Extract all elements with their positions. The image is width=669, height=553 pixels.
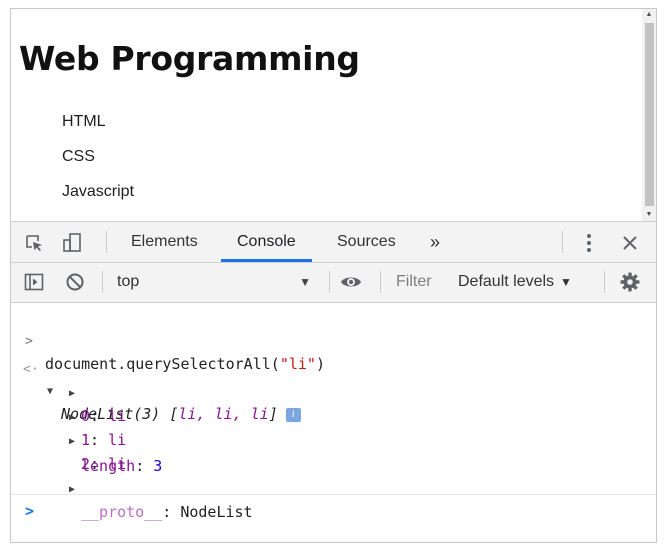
context-value: top (117, 273, 140, 290)
chevron-down-icon: ▼ (299, 275, 311, 289)
toolbar-divider (380, 271, 381, 293)
tree-entry[interactable]: ▶ 0: li (11, 361, 656, 425)
page-heading: Web Programming (19, 39, 360, 78)
scroll-up-icon[interactable]: ▲ (642, 9, 656, 21)
console-result-row[interactable]: <· ▼ NodeList(3) [li, li, li] i (11, 337, 656, 423)
chevron-down-icon: ▼ (560, 275, 572, 289)
eye-icon[interactable] (340, 271, 362, 293)
tab-elements[interactable]: Elements (115, 222, 214, 262)
list-item: HTML (62, 113, 106, 130)
list-item: Javascript (62, 183, 135, 200)
page-scrollbar[interactable]: ▲ ▼ (642, 9, 656, 221)
length-property: length: 3 (81, 457, 163, 475)
property-key: __proto__ (81, 503, 163, 521)
filter-input[interactable] (388, 270, 448, 294)
tree-entry[interactable]: ▶ 2: li (11, 409, 656, 473)
toolbar-divider (329, 271, 330, 293)
console-command-row: > document.querySelectorAll("li") (11, 309, 656, 373)
clear-console-icon[interactable] (64, 271, 86, 293)
page-viewport: Web Programming HTML CSS Javascript ▲ ▼ (11, 9, 656, 222)
proto-property[interactable]: ▶ __proto__: NodeList (11, 457, 656, 521)
console-output: > document.querySelectorAll("li") <· ▼ N… (11, 303, 656, 542)
browser-frame: Web Programming HTML CSS Javascript ▲ ▼ (10, 8, 657, 543)
gear-icon[interactable] (619, 271, 641, 293)
expand-triangle-icon[interactable]: ▶ (69, 479, 75, 501)
console-toolbar: top ▼ Default levels ▼ (11, 263, 656, 303)
kebab-menu-icon[interactable] (578, 232, 600, 254)
list-item: CSS (62, 148, 95, 165)
sidebar-toggle-icon[interactable] (23, 271, 45, 293)
devtools-toolbar: Elements Console Sources » (11, 222, 656, 263)
tree-entry[interactable]: ▶ 1: li (11, 385, 656, 449)
page-list: HTML CSS Javascript (62, 110, 134, 215)
more-tabs-button[interactable]: » (414, 222, 456, 262)
toolbar-divider (604, 271, 605, 293)
console-input-prompt-icon[interactable]: > (25, 502, 34, 520)
scroll-down-icon[interactable]: ▼ (642, 209, 656, 221)
device-toggle-icon[interactable] (61, 232, 83, 254)
console-divider (11, 494, 656, 495)
property-value: NodeList (180, 503, 253, 521)
scrollbar-thumb[interactable] (645, 23, 654, 206)
tab-console[interactable]: Console (221, 222, 312, 262)
context-selector[interactable]: top ▼ (109, 271, 315, 293)
toolbar-divider (562, 231, 563, 253)
toolbar-divider (102, 271, 103, 293)
toolbar-divider (106, 231, 107, 253)
log-levels-label: Default levels (458, 273, 555, 290)
close-icon[interactable] (619, 232, 641, 254)
inspect-element-icon[interactable] (23, 232, 45, 254)
tab-sources[interactable]: Sources (321, 222, 412, 262)
log-levels-dropdown[interactable]: Default levels ▼ (458, 270, 572, 294)
